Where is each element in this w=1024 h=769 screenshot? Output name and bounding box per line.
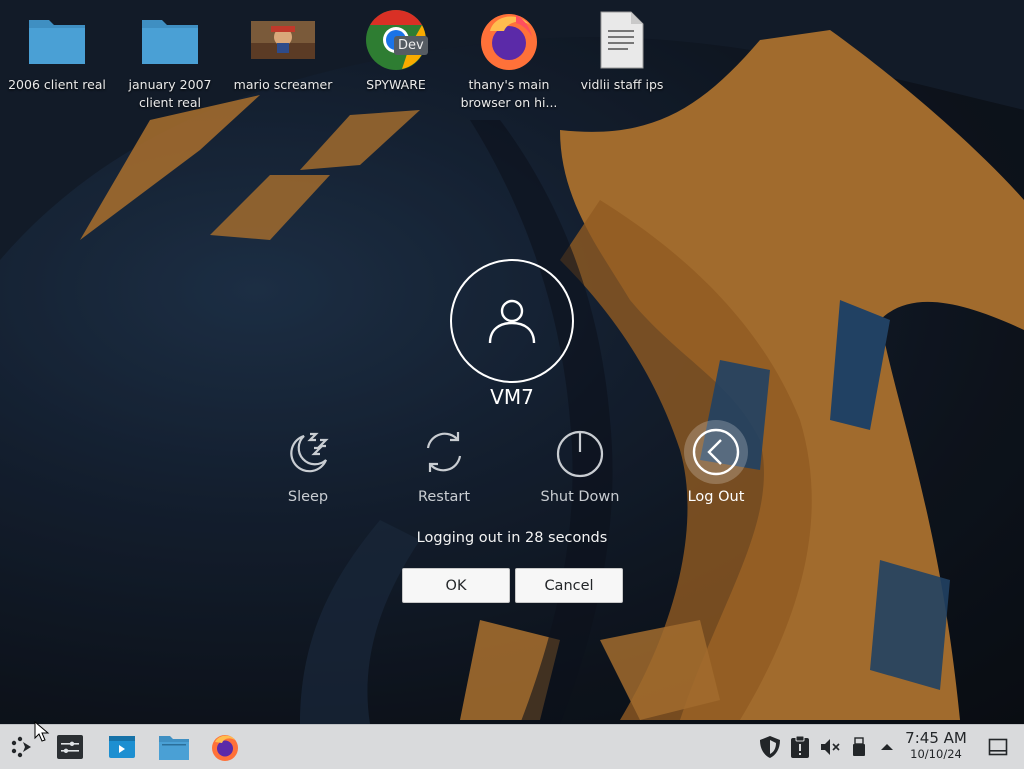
- taskbar-launcher-settings[interactable]: [54, 725, 86, 769]
- restart-label: Restart: [417, 489, 471, 505]
- logout-label: Log Out: [687, 489, 745, 505]
- desktop-icon-label: mario screamer: [233, 77, 333, 92]
- restart-icon: [412, 420, 476, 484]
- sleep-label: Sleep: [287, 489, 329, 505]
- chrome-dev-icon: Dev: [364, 8, 428, 72]
- logout-button[interactable]: Log Out: [656, 420, 776, 505]
- desktop-icon-label: vidlii staff ips: [580, 77, 664, 92]
- tray-security[interactable]: [758, 725, 782, 769]
- desktop: 2006 client real january 2007 client rea…: [0, 0, 1024, 724]
- shutdown-label: Shut Down: [540, 489, 620, 505]
- taskbar-clock[interactable]: 7:45 AM 10/10/24: [896, 729, 976, 762]
- desktop-icon-label: SPYWARE: [366, 77, 426, 92]
- terminal-settings-icon: [57, 735, 83, 759]
- volume-muted-icon: [821, 739, 840, 755]
- taskbar-launcher-file-manager[interactable]: [157, 725, 191, 769]
- tray-usb[interactable]: [848, 725, 870, 769]
- show-desktop-button[interactable]: [984, 725, 1012, 769]
- tray-clipboard[interactable]: [788, 725, 812, 769]
- clock-date: 10/10/24: [910, 747, 962, 761]
- logout-icon: [684, 420, 748, 484]
- restart-button[interactable]: Restart: [384, 420, 504, 505]
- sleep-icon: [276, 420, 340, 484]
- tray-volume[interactable]: [818, 725, 842, 769]
- user-avatar: [450, 259, 574, 383]
- clock-time: 7:45 AM: [905, 729, 967, 747]
- shutdown-button[interactable]: Shut Down: [520, 420, 640, 505]
- file-manager-icon: [159, 736, 189, 760]
- folder-icon: [25, 8, 89, 72]
- desktop-icon-label: january 2007 client real: [128, 77, 212, 110]
- logout-countdown: Logging out in 28 seconds: [416, 530, 608, 546]
- shield-icon: [760, 736, 780, 758]
- desktop-icon-spyware[interactable]: Dev SPYWARE: [340, 8, 452, 94]
- dev-badge: Dev: [394, 36, 428, 55]
- discover-icon: [109, 736, 135, 758]
- desktop-icon-mario-screamer[interactable]: mario screamer: [227, 8, 339, 94]
- desktop-icon-thanys-main-browser[interactable]: thany's main browser on hi...: [453, 8, 565, 112]
- show-desktop-icon: [988, 738, 1008, 756]
- usb-icon: [853, 737, 865, 756]
- application-launcher-icon: [11, 736, 31, 758]
- desktop-icon-label: 2006 client real: [8, 77, 106, 92]
- taskbar: 7:45 AM 10/10/24: [0, 721, 1024, 769]
- username: VM7: [490, 385, 534, 409]
- desktop-icon-label: thany's main browser on hi...: [460, 77, 558, 110]
- application-launcher[interactable]: [6, 721, 50, 769]
- firefox-icon: [212, 735, 238, 761]
- desktop-icon-2006-client-real[interactable]: 2006 client real: [1, 8, 113, 94]
- sleep-button[interactable]: Sleep: [248, 420, 368, 505]
- taskbar-launcher-firefox[interactable]: [208, 725, 242, 769]
- image-thumbnail: [251, 8, 315, 72]
- mouse-pointer-icon: [34, 721, 50, 742]
- user-icon: [488, 299, 536, 344]
- firefox-icon: [477, 8, 541, 72]
- ok-button[interactable]: OK: [402, 568, 510, 603]
- folder-icon: [138, 8, 202, 72]
- taskbar-launcher-discover[interactable]: [106, 725, 138, 769]
- desktop-icon-january-2007-client-real[interactable]: january 2007 client real: [114, 8, 226, 112]
- text-document-icon: [590, 8, 654, 72]
- cancel-button[interactable]: Cancel: [515, 568, 623, 603]
- shutdown-icon: [548, 420, 612, 484]
- clipboard-icon: [791, 735, 809, 758]
- tray-expand-button[interactable]: [876, 725, 898, 769]
- tray-expand-arrow-icon: [881, 744, 893, 750]
- desktop-icon-vidlii-staff-ips[interactable]: vidlii staff ips: [566, 8, 678, 94]
